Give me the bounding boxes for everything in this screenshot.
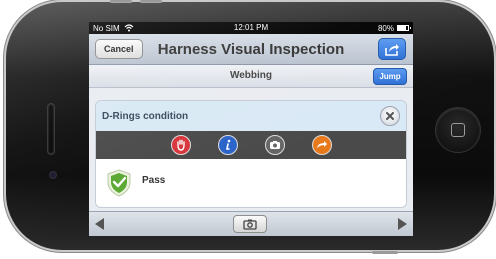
- jump-button[interactable]: Jump: [373, 68, 407, 85]
- pass-shield-icon: [107, 169, 131, 197]
- battery-icon: [397, 25, 411, 31]
- battery-level: [398, 26, 406, 30]
- camera-icon: [243, 219, 257, 230]
- camera-icon[interactable]: [264, 135, 285, 155]
- page-title: Harness Visual Inspection: [157, 41, 345, 58]
- result-row[interactable]: Pass: [96, 159, 406, 207]
- camera-button[interactable]: [233, 215, 267, 233]
- share-button[interactable]: [378, 38, 406, 60]
- item-header: D-Rings condition: [96, 101, 406, 131]
- power-button[interactable]: [372, 251, 398, 254]
- item-toolbar: [96, 131, 406, 159]
- arrow-left-icon[interactable]: [95, 218, 104, 230]
- close-icon[interactable]: [380, 106, 400, 126]
- clock: 12:01 PM: [233, 23, 269, 32]
- close-x-icon: [386, 112, 394, 120]
- share-icon: [385, 43, 399, 56]
- status-bar: No SIM 12:01 PM 80%: [89, 22, 413, 34]
- front-camera: [50, 172, 56, 178]
- item-title: D-Rings condition: [102, 111, 189, 122]
- home-button[interactable]: [436, 108, 480, 152]
- earpiece-speaker: [48, 104, 54, 154]
- volume-button-2[interactable]: [140, 0, 162, 3]
- volume-button[interactable]: [110, 0, 132, 3]
- section-title: Webbing: [229, 70, 273, 81]
- info-icon[interactable]: [217, 135, 238, 155]
- section-bar: Webbing Jump: [89, 65, 413, 88]
- redo-arrow-icon[interactable]: [311, 135, 332, 155]
- app-screen: No SIM 12:01 PM 80% Cancel Harness Visua…: [89, 22, 413, 236]
- home-square-icon: [451, 123, 465, 137]
- stop-hand-icon[interactable]: [170, 135, 191, 155]
- result-label: Pass: [142, 175, 166, 186]
- arrow-right-icon[interactable]: [398, 218, 407, 230]
- navigation-bar: Cancel Harness Visual Inspection: [89, 34, 413, 65]
- inspection-item-card: D-Rings condition Pass: [95, 100, 407, 208]
- bottom-toolbar: [89, 211, 413, 236]
